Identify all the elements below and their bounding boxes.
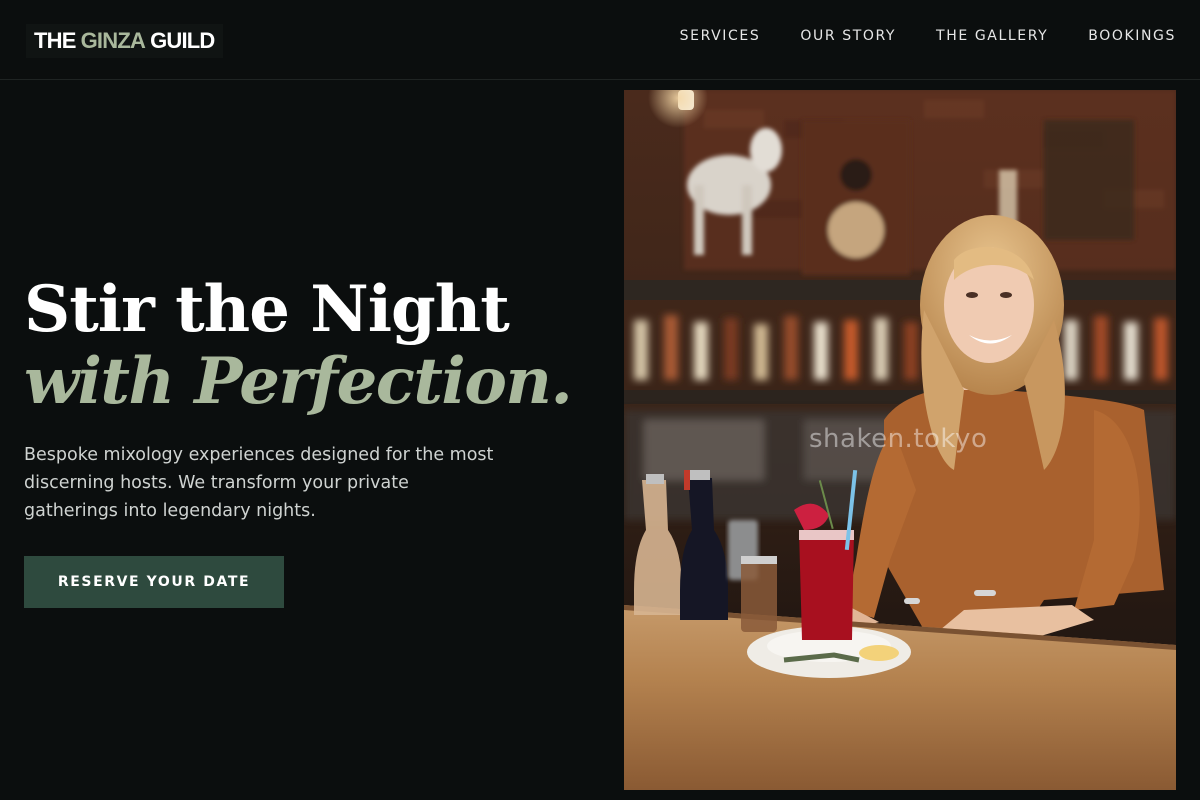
nav-link-our-story[interactable]: OUR STORY [800, 28, 896, 44]
brand-logo-word-the: THE [34, 28, 76, 53]
nav-link-services[interactable]: SERVICES [680, 28, 761, 44]
nav-link-gallery[interactable]: THE GALLERY [936, 28, 1048, 44]
nav-link-bookings[interactable]: BOOKINGS [1088, 28, 1176, 44]
hero-title-line2: with Perfection. [24, 344, 573, 419]
reserve-date-button[interactable]: RESERVE YOUR DATE [24, 556, 284, 608]
hero-title-line1: Stir the Night [24, 272, 510, 347]
wall-clock [802, 120, 910, 275]
hero-description: Bespoke mixology experiences designed fo… [24, 445, 494, 521]
glass-jar [741, 556, 777, 632]
photo-watermark: shaken.tokyo [809, 424, 988, 454]
brand-logo-word-ginza: GINZA [80, 28, 146, 53]
hero-title: Stir the Night with Perfection. [24, 274, 584, 418]
brand-logo-word-guild: GUILD [150, 28, 215, 53]
back-bar-shelf [624, 280, 1176, 300]
hero-photo: shaken.tokyo [624, 90, 1176, 790]
top-navigation-bar: THE GINZA GUILD SERVICES OUR STORY THE G… [0, 0, 1200, 80]
main-nav: SERVICES OUR STORY THE GALLERY BOOKINGS [680, 28, 1176, 44]
brand-logo[interactable]: THE GINZA GUILD [26, 24, 223, 58]
